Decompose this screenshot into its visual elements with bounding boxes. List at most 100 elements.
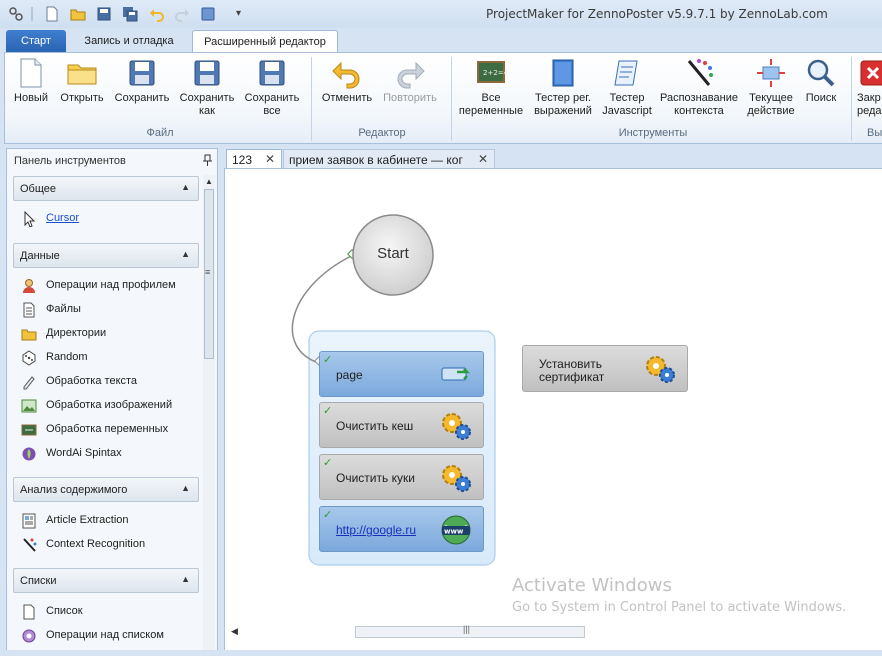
group-label-editor: Редактор	[358, 127, 406, 139]
image-icon	[21, 398, 37, 414]
close-icon[interactable]: ✕	[265, 152, 275, 166]
target-action-icon	[755, 57, 787, 89]
close-red-icon	[859, 57, 882, 89]
new-document-icon	[15, 57, 47, 89]
action-block-install-certificate[interactable]: Установить сертификат	[522, 345, 688, 392]
close-label-1: Закр	[857, 92, 881, 104]
tool-panel: Панель инструментов Общее ▲ Cursor Данны…	[6, 148, 218, 656]
undo-arrow-icon	[331, 57, 363, 89]
magnifier-icon	[805, 57, 837, 89]
www-globe-icon: www	[439, 513, 473, 550]
save-icon[interactable]	[96, 6, 112, 22]
variables-icon	[21, 422, 37, 438]
app-icon[interactable]	[8, 6, 24, 22]
current-action-button[interactable]: Текущее действие	[743, 57, 799, 118]
action-block-clear-cache[interactable]: ✓ Очистить кеш	[319, 402, 484, 448]
section-content-analysis[interactable]: Анализ содержимого ▲	[13, 477, 199, 502]
tab-start[interactable]: Старт	[6, 30, 66, 52]
layout-icon[interactable]	[200, 6, 216, 22]
undo-icon[interactable]	[149, 6, 165, 22]
list-icon	[21, 604, 37, 620]
gears-icon	[439, 461, 473, 498]
doc-tab-project[interactable]: прием заявок в кабинете — ког ✕	[283, 149, 495, 169]
item-label: Обработка переменных	[46, 423, 169, 435]
title-bar: ▾ ProjectMaker for ZennoPoster v5.9.7.1 …	[0, 0, 882, 28]
action-block-clear-cookies[interactable]: ✓ Очистить куки	[319, 454, 484, 500]
current-label-2: действие	[747, 105, 795, 117]
action-block-navigate-url[interactable]: ✓ http://google.ru www	[319, 506, 484, 552]
chevron-up-icon: ▲	[181, 249, 190, 259]
search-label: Поиск	[805, 92, 837, 104]
pin-icon[interactable]	[203, 154, 213, 169]
regex-label-2: выражений	[534, 105, 592, 117]
close-editor-button[interactable]: Закр реда	[857, 57, 882, 118]
item-label: Cursor	[46, 212, 80, 224]
search-button[interactable]: Поиск	[801, 57, 841, 105]
open-button[interactable]: Открыть	[57, 57, 107, 105]
save-all-icon[interactable]	[122, 6, 138, 22]
section-data[interactable]: Данные ▲	[13, 243, 199, 268]
section-lists[interactable]: Списки ▲	[13, 568, 199, 593]
magic-wand-icon	[683, 57, 715, 89]
save-all-button[interactable]: Сохранить все	[241, 57, 303, 118]
regex-tester-button[interactable]: Тестер рег. выражений	[529, 57, 597, 118]
js-label-2: Javascript	[602, 105, 652, 117]
tab-record-debug[interactable]: Запись и отладка	[70, 30, 188, 52]
list-ops-icon	[21, 628, 37, 644]
tab-arrow-icon	[441, 364, 471, 389]
ctx-label-2: контекста	[674, 105, 724, 117]
redo-icon[interactable]	[174, 6, 190, 22]
close-icon[interactable]: ✕	[478, 152, 488, 166]
js-tester-button[interactable]: Тестер Javascript	[599, 57, 655, 118]
new-button-label: Новый	[14, 92, 48, 104]
script-scroll-icon	[611, 57, 643, 89]
save-all-label-2: все	[263, 105, 281, 117]
folder-icon	[21, 326, 37, 342]
ctx-label-1: Распознавание	[660, 92, 738, 104]
check-icon: ✓	[323, 509, 333, 521]
check-icon: ✓	[323, 457, 333, 469]
save-button-label: Сохранить	[114, 92, 170, 104]
svg-text:www: www	[444, 528, 464, 536]
window-title: ProjectMaker for ZennoPoster v5.9.7.1 by…	[486, 7, 828, 21]
context-recognition-button[interactable]: Распознавание контекста	[659, 57, 739, 118]
new-button[interactable]: Новый	[11, 57, 51, 105]
group-label-exit: Вы	[867, 127, 882, 139]
doc-tab-123[interactable]: 123 ✕	[226, 149, 282, 169]
tab-advanced-editor[interactable]: Расширенный редактор	[192, 30, 338, 53]
ribbon-tabs: Старт Запись и отладка Расширенный редак…	[0, 28, 882, 53]
section-general[interactable]: Общее ▲	[13, 176, 199, 201]
all-variables-button[interactable]: 2+2=4 Все переменные	[457, 57, 525, 118]
all-vars-label-2: переменные	[458, 105, 524, 117]
file-icon	[21, 302, 37, 318]
item-label: Список	[46, 605, 83, 617]
redo-button[interactable]: Повторить	[379, 57, 441, 105]
group-separator	[311, 57, 312, 141]
folder-open-icon	[66, 57, 98, 89]
canvas-h-scrollbar[interactable]: ◀ |||	[225, 624, 882, 640]
item-label: Random	[46, 351, 88, 363]
item-label: WordAi Spintax	[46, 447, 122, 459]
customize-icon[interactable]: ▾	[236, 8, 252, 24]
separator	[31, 7, 33, 21]
undo-button[interactable]: Отменить	[319, 57, 375, 105]
action-block-page[interactable]: ✓ page	[319, 351, 484, 397]
status-strip	[0, 650, 882, 656]
panel-scrollbar[interactable]: ▲ ≡	[203, 175, 215, 655]
scroll-up-icon[interactable]: ▲	[205, 177, 213, 186]
new-icon[interactable]	[44, 6, 60, 22]
floppy-icon	[126, 57, 158, 89]
save-as-button[interactable]: Сохранить как	[177, 57, 237, 118]
save-all-label-1: Сохранить	[244, 92, 300, 104]
section-title: Общее	[20, 183, 57, 195]
section-title: Списки	[20, 575, 57, 587]
project-canvas[interactable]: Start ✓ page ✓ Очистить кеш ✓ Очистить к…	[224, 168, 882, 650]
cursor-icon	[21, 210, 37, 228]
save-button[interactable]: Сохранить	[113, 57, 171, 105]
open-icon[interactable]	[70, 6, 86, 22]
wordai-icon	[21, 446, 37, 462]
close-label-2: реда	[857, 105, 882, 117]
scroll-left-icon[interactable]: ◀	[231, 626, 238, 637]
chevron-up-icon: ▲	[181, 182, 190, 192]
connections	[291, 214, 496, 566]
